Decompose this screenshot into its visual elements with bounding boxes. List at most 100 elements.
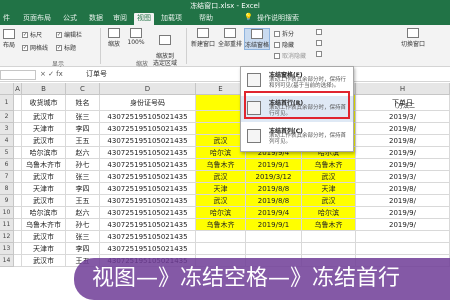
- table-cell[interactable]: 天津市: [22, 243, 66, 255]
- table-cell[interactable]: 赵六: [66, 147, 100, 159]
- table-cell[interactable]: 武汉市: [22, 135, 66, 147]
- table-cell[interactable]: 2019/9/: [356, 147, 450, 159]
- table-cell[interactable]: 李四: [66, 183, 100, 195]
- table-cell[interactable]: 2019/9/: [356, 219, 450, 231]
- table-cell[interactable]: [196, 111, 246, 123]
- table-cell[interactable]: 2019/8/: [356, 195, 450, 207]
- table-cell[interactable]: 张三: [66, 231, 100, 243]
- table-cell[interactable]: 乌鲁木齐市: [22, 159, 66, 171]
- table-cell[interactable]: [14, 243, 22, 255]
- table-cell[interactable]: [302, 243, 356, 255]
- table-cell[interactable]: 乌鲁木齐市: [22, 219, 66, 231]
- table-cell[interactable]: 乌鲁木齐: [302, 219, 356, 231]
- table-cell[interactable]: [14, 207, 22, 219]
- tab-review[interactable]: 审阅: [110, 13, 130, 25]
- table-cell[interactable]: [196, 123, 246, 135]
- table-cell[interactable]: [246, 243, 302, 255]
- tab-page-layout[interactable]: 页面布局: [20, 13, 54, 25]
- table-cell[interactable]: 430725195105021435: [100, 171, 196, 183]
- table-cell[interactable]: [246, 231, 302, 243]
- table-cell[interactable]: 430725195105021435: [100, 231, 196, 243]
- table-cell[interactable]: 2019/3/: [356, 171, 450, 183]
- table-cell[interactable]: 430725195105021435: [100, 207, 196, 219]
- zoom-button[interactable]: 缩放: [104, 28, 124, 48]
- tab-addins[interactable]: 加载项: [158, 13, 185, 25]
- table-cell[interactable]: 武汉: [196, 195, 246, 207]
- table-cell[interactable]: [302, 231, 356, 243]
- table-cell[interactable]: [14, 159, 22, 171]
- headings-checkbox[interactable]: ✓ 标题: [56, 43, 76, 52]
- table-cell[interactable]: 2019/9/4: [246, 207, 302, 219]
- table-cell[interactable]: [14, 219, 22, 231]
- table-cell[interactable]: 李四: [66, 243, 100, 255]
- table-cell[interactable]: 2019/8/: [356, 135, 450, 147]
- arrange-all-button[interactable]: 全部重排: [217, 28, 243, 48]
- table-cell[interactable]: 430725195105021435: [100, 123, 196, 135]
- table-cell[interactable]: 430725195105021435: [100, 135, 196, 147]
- table-cell[interactable]: 武汉: [302, 171, 356, 183]
- table-cell[interactable]: [196, 243, 246, 255]
- table-cell[interactable]: 2019/9/1: [246, 219, 302, 231]
- table-cell[interactable]: 430725195105021435: [100, 243, 196, 255]
- table-cell[interactable]: [14, 231, 22, 243]
- table-cell[interactable]: 乌鲁木齐: [196, 219, 246, 231]
- table-cell[interactable]: 武汉市: [22, 195, 66, 207]
- table-cell[interactable]: 武汉: [196, 171, 246, 183]
- header-cell[interactable]: [14, 95, 22, 111]
- table-cell[interactable]: 武汉: [196, 135, 246, 147]
- table-cell[interactable]: 天津市: [22, 123, 66, 135]
- table-cell[interactable]: [14, 183, 22, 195]
- table-cell[interactable]: [14, 147, 22, 159]
- zoom-to-selection-button[interactable]: 缩放到 选定区域: [148, 28, 182, 67]
- formula-input[interactable]: 订单号: [86, 69, 107, 80]
- table-cell[interactable]: 张三: [66, 111, 100, 123]
- tab-formulas[interactable]: 公式: [60, 13, 80, 25]
- split-button[interactable]: 拆分: [274, 29, 294, 38]
- table-cell[interactable]: 张三: [66, 171, 100, 183]
- table-cell[interactable]: 孙七: [66, 219, 100, 231]
- table-cell[interactable]: 哈尔滨市: [22, 147, 66, 159]
- freeze-first-column-option[interactable]: 冻结首列(C) 滚动工作表其余部分时，保持首列可见。: [241, 124, 353, 150]
- switch-window-button[interactable]: 切换窗口: [398, 28, 428, 48]
- hide-button[interactable]: 隐藏: [274, 40, 294, 49]
- table-cell[interactable]: [14, 255, 22, 267]
- tab-help[interactable]: 帮助: [196, 13, 216, 25]
- table-cell[interactable]: 430725195105021435: [100, 111, 196, 123]
- table-cell[interactable]: [356, 243, 450, 255]
- table-cell[interactable]: 天津: [302, 183, 356, 195]
- table-cell[interactable]: 武汉: [302, 195, 356, 207]
- table-cell[interactable]: 武汉市: [22, 171, 66, 183]
- page-layout-view-button[interactable]: 布局: [0, 29, 18, 49]
- table-cell[interactable]: 王五: [66, 195, 100, 207]
- table-cell[interactable]: 2019/3/: [356, 111, 450, 123]
- formula-fx-controls[interactable]: × ✓ fx: [40, 69, 82, 80]
- table-cell[interactable]: [14, 111, 22, 123]
- table-cell[interactable]: [14, 195, 22, 207]
- table-cell[interactable]: 孙七: [66, 159, 100, 171]
- table-cell[interactable]: 2019/8/8: [246, 183, 302, 195]
- table-cell[interactable]: [196, 231, 246, 243]
- gridlines-checkbox[interactable]: ✓ 网格线: [22, 43, 48, 52]
- table-cell[interactable]: 2019/8/: [356, 123, 450, 135]
- table-cell[interactable]: 王五: [66, 135, 100, 147]
- table-cell[interactable]: 武汉市: [22, 255, 66, 267]
- table-cell[interactable]: 天津市: [22, 183, 66, 195]
- table-cell[interactable]: 乌鲁木齐: [196, 159, 246, 171]
- table-cell[interactable]: 2019/8/: [356, 183, 450, 195]
- freeze-panes-button[interactable]: 冻结窗格: [244, 28, 270, 50]
- table-cell[interactable]: 2019/9/: [356, 159, 450, 171]
- table-cell[interactable]: 430725195105021435: [100, 195, 196, 207]
- table-cell[interactable]: 天津: [196, 183, 246, 195]
- table-cell[interactable]: [356, 231, 450, 243]
- reset-window-button[interactable]: [316, 51, 322, 57]
- zoom-100-button[interactable]: 100%: [126, 28, 146, 46]
- tell-me-search[interactable]: 操作说明搜索: [254, 13, 302, 25]
- table-cell[interactable]: 430725195105021435: [100, 219, 196, 231]
- table-cell[interactable]: 哈尔滨: [196, 147, 246, 159]
- header-cell[interactable]: 姓名: [66, 95, 100, 111]
- name-box[interactable]: [0, 70, 36, 80]
- table-cell[interactable]: [14, 171, 22, 183]
- table-cell[interactable]: 哈尔滨: [302, 207, 356, 219]
- unhide-button[interactable]: 取消隐藏: [274, 51, 306, 60]
- new-window-button[interactable]: 新建窗口: [190, 28, 216, 48]
